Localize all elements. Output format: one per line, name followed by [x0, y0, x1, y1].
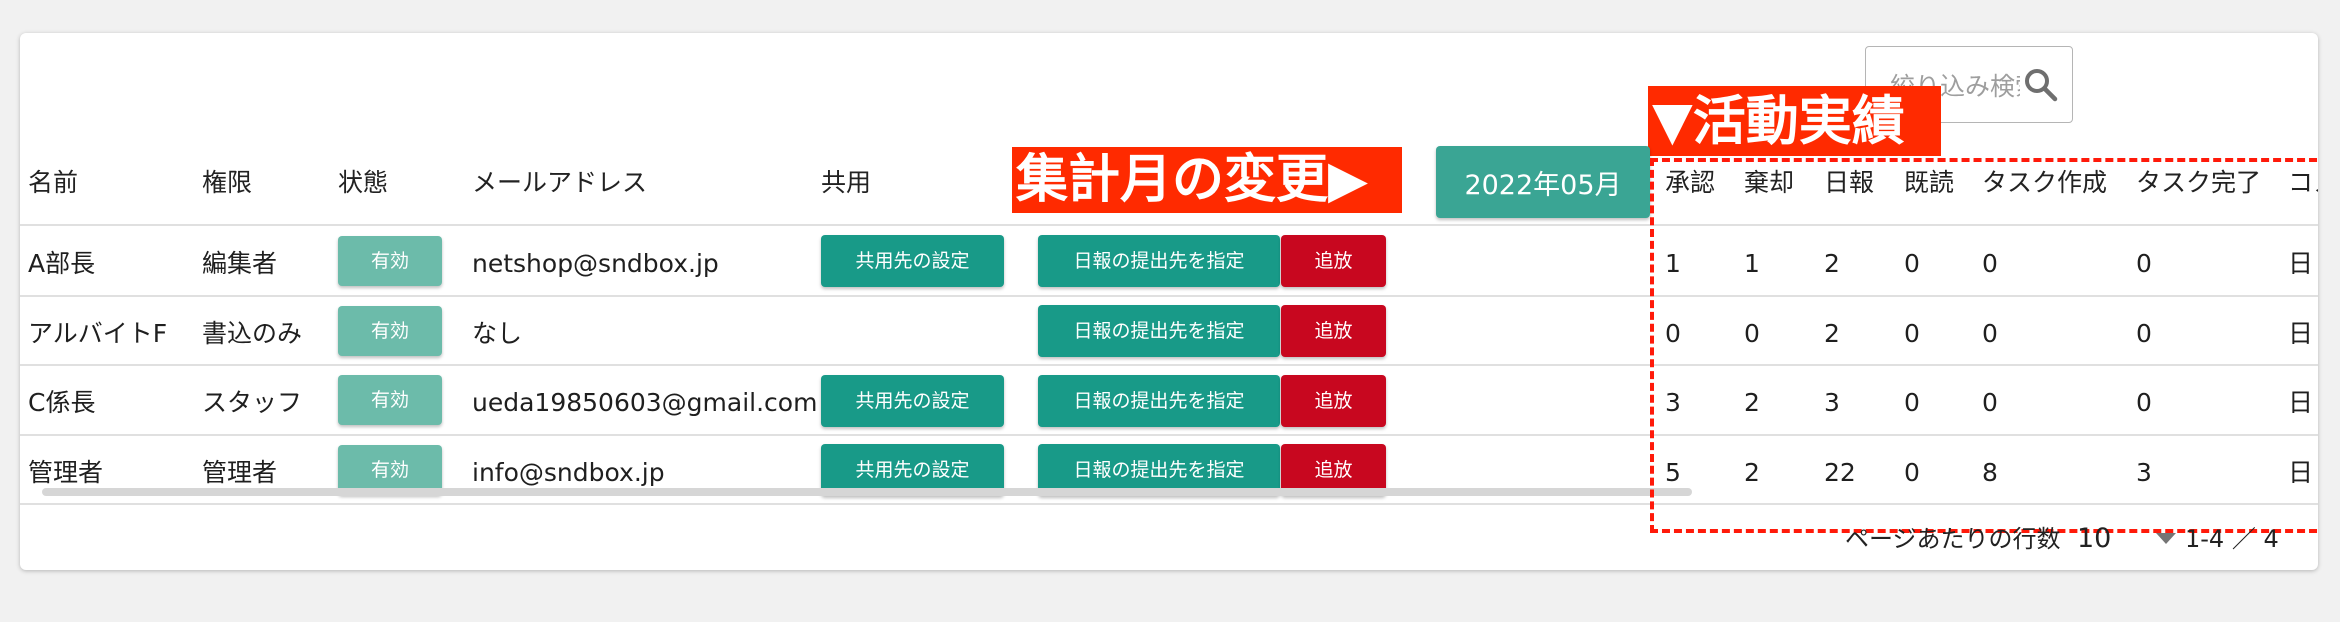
cell-task-done: 0	[2136, 388, 2152, 417]
pagination-range: 1-4 ／ 4	[2185, 525, 2279, 553]
members-table-card: ▼活動実績 集計月の変更▶ 2022年05月 名前 権限 状態 メールアドレス …	[20, 33, 2318, 570]
cell-comment: 日	[2288, 388, 2314, 417]
cell-approve: 5	[1665, 458, 1681, 487]
table-bottom-divider	[20, 503, 2318, 505]
cell-daily: 22	[1824, 458, 1856, 487]
cell-read: 0	[1904, 458, 1920, 487]
row-divider	[20, 295, 2318, 297]
cell-task-create: 0	[1982, 319, 1998, 348]
cell-reject: 2	[1744, 388, 1760, 417]
cell-daily: 3	[1824, 388, 1840, 417]
header-status[interactable]: 状態	[338, 170, 388, 195]
cell-email: ueda19850603@gmail.com	[472, 388, 818, 417]
cell-name: アルバイトF	[28, 319, 168, 348]
header-email[interactable]: メールアドレス	[472, 170, 647, 195]
cell-email: netshop@sndbox.jp	[472, 249, 719, 278]
cell-role: 書込のみ	[202, 319, 303, 348]
cell-comment: 日	[2288, 319, 2314, 348]
share-settings-button[interactable]: 共用先の設定	[821, 235, 1004, 287]
status-badge[interactable]: 有効	[338, 306, 442, 356]
cell-daily: 2	[1824, 249, 1840, 278]
cell-role: 管理者	[202, 458, 278, 487]
header-task-create[interactable]: タスク作成	[1982, 170, 2107, 195]
cell-task-done: 0	[2136, 249, 2152, 278]
remove-member-button[interactable]: 追放	[1281, 305, 1386, 357]
cell-task-create: 8	[1982, 458, 1998, 487]
report-recipient-button[interactable]: 日報の提出先を指定	[1038, 375, 1280, 427]
cell-email: info@sndbox.jp	[472, 458, 665, 487]
search-icon[interactable]	[2021, 65, 2061, 105]
chevron-down-icon[interactable]	[2156, 533, 2176, 544]
header-role[interactable]: 権限	[202, 170, 252, 195]
cell-name: C係長	[28, 388, 96, 417]
header-task-done[interactable]: タスク完了	[2136, 170, 2261, 195]
horizontal-scrollbar[interactable]	[42, 488, 1692, 496]
cell-read: 0	[1904, 249, 1920, 278]
share-settings-button[interactable]: 共用先の設定	[821, 375, 1004, 427]
row-divider	[20, 364, 2318, 366]
cell-name: 管理者	[28, 458, 104, 487]
report-recipient-button[interactable]: 日報の提出先を指定	[1038, 305, 1280, 357]
header-reject[interactable]: 棄却	[1744, 170, 1794, 195]
rows-per-page-label: ページあたりの行数	[1845, 525, 2061, 553]
cell-comment: 日	[2288, 458, 2314, 487]
month-select-button[interactable]: 2022年05月	[1436, 146, 1650, 218]
cell-read: 0	[1904, 388, 1920, 417]
cell-reject: 1	[1744, 249, 1760, 278]
cell-task-create: 0	[1982, 388, 1998, 417]
header-divider	[20, 224, 2318, 226]
cell-name: A部長	[28, 249, 96, 278]
cell-email: なし	[472, 319, 523, 348]
activity-annotation: ▼活動実績	[1648, 86, 1941, 156]
status-badge[interactable]: 有効	[338, 375, 442, 425]
cell-read: 0	[1904, 319, 1920, 348]
header-share[interactable]: 共用	[821, 170, 871, 195]
header-name[interactable]: 名前	[28, 170, 78, 195]
status-badge[interactable]: 有効	[338, 236, 442, 286]
cell-daily: 2	[1824, 319, 1840, 348]
remove-member-button[interactable]: 追放	[1281, 375, 1386, 427]
cell-role: スタッフ	[202, 388, 303, 417]
cell-role: 編集者	[202, 249, 278, 278]
header-approve[interactable]: 承認	[1665, 170, 1715, 195]
header-comment[interactable]: コメ	[2288, 170, 2318, 195]
cell-task-done: 3	[2136, 458, 2152, 487]
row-divider	[20, 434, 2318, 436]
cell-comment: 日	[2288, 249, 2314, 278]
cell-approve: 0	[1665, 319, 1681, 348]
remove-member-button[interactable]: 追放	[1281, 235, 1386, 287]
report-recipient-button[interactable]: 日報の提出先を指定	[1038, 235, 1280, 287]
cell-reject: 2	[1744, 458, 1760, 487]
cell-task-done: 0	[2136, 319, 2152, 348]
cell-reject: 0	[1744, 319, 1760, 348]
cell-approve: 3	[1665, 388, 1681, 417]
cell-approve: 1	[1665, 249, 1681, 278]
header-daily[interactable]: 日報	[1824, 170, 1874, 195]
cell-task-create: 0	[1982, 249, 1998, 278]
change-month-annotation: 集計月の変更▶	[1012, 147, 1402, 213]
rows-per-page-select[interactable]: 10	[2077, 525, 2111, 552]
header-read[interactable]: 既読	[1904, 170, 1954, 195]
